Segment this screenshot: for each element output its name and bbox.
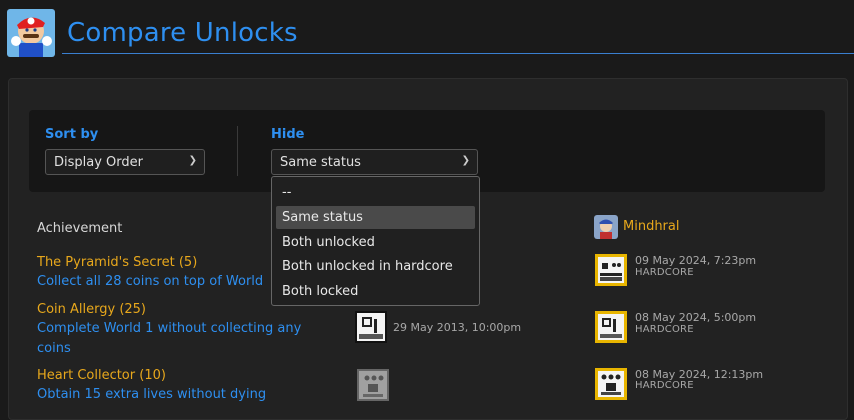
hide-dropdown-menu: -- Same status Both unlocked Both unlock… xyxy=(271,176,480,306)
hide-value: Same status xyxy=(280,155,361,170)
achievement-description-link[interactable]: Obtain 15 extra lives without dying xyxy=(37,385,337,405)
sort-by-value: Display Order xyxy=(54,155,143,170)
game-icon[interactable] xyxy=(7,9,55,57)
hide-option-none[interactable]: -- xyxy=(276,181,475,204)
hardcore-label: HARDCORE xyxy=(635,324,694,335)
hardcore-label: HARDCORE xyxy=(635,380,694,391)
player-avatar[interactable] xyxy=(594,215,618,239)
achievement-badge-icon[interactable] xyxy=(595,254,627,286)
hide-select[interactable]: Same status ❯ xyxy=(271,149,478,175)
sort-by-select[interactable]: Display Order ❯ xyxy=(45,149,205,175)
player-unlock-date: 09 May 2024, 7:23pm xyxy=(635,254,757,267)
hide-option-both-unlocked[interactable]: Both unlocked xyxy=(276,231,475,254)
hide-option-both-unlocked-hardcore[interactable]: Both unlocked in hardcore xyxy=(276,255,475,278)
sort-by-label: Sort by xyxy=(45,127,99,142)
hide-option-both-locked[interactable]: Both locked xyxy=(276,280,475,303)
title-divider xyxy=(62,53,854,54)
achievement-badge-icon[interactable] xyxy=(595,311,627,343)
chevron-down-icon: ❯ xyxy=(461,155,470,166)
hide-option-same-status[interactable]: Same status xyxy=(276,206,475,229)
filter-divider xyxy=(237,126,238,176)
achievement-column-header: Achievement xyxy=(37,221,123,236)
achievement-badge-locked-icon[interactable] xyxy=(357,369,389,401)
achievement-badge-icon[interactable] xyxy=(595,368,627,400)
achievement-title-link[interactable]: Coin Allergy (25) xyxy=(37,302,146,317)
chevron-down-icon: ❯ xyxy=(188,155,197,166)
page-title: Compare Unlocks xyxy=(67,18,298,48)
other-unlock-date: 29 May 2013, 10:00pm xyxy=(393,321,522,334)
achievement-description-link[interactable]: Complete World 1 without collecting any … xyxy=(37,319,337,359)
player-unlock-date: 08 May 2024, 5:00pm xyxy=(635,311,757,324)
achievement-title-link[interactable]: Heart Collector (10) xyxy=(37,368,166,383)
player-name-link[interactable]: Mindhral xyxy=(623,219,679,234)
hardcore-label: HARDCORE xyxy=(635,267,694,278)
achievement-title-link[interactable]: The Pyramid's Secret (5) xyxy=(37,255,197,270)
hide-label: Hide xyxy=(271,127,305,142)
achievement-badge-icon[interactable] xyxy=(355,311,387,343)
